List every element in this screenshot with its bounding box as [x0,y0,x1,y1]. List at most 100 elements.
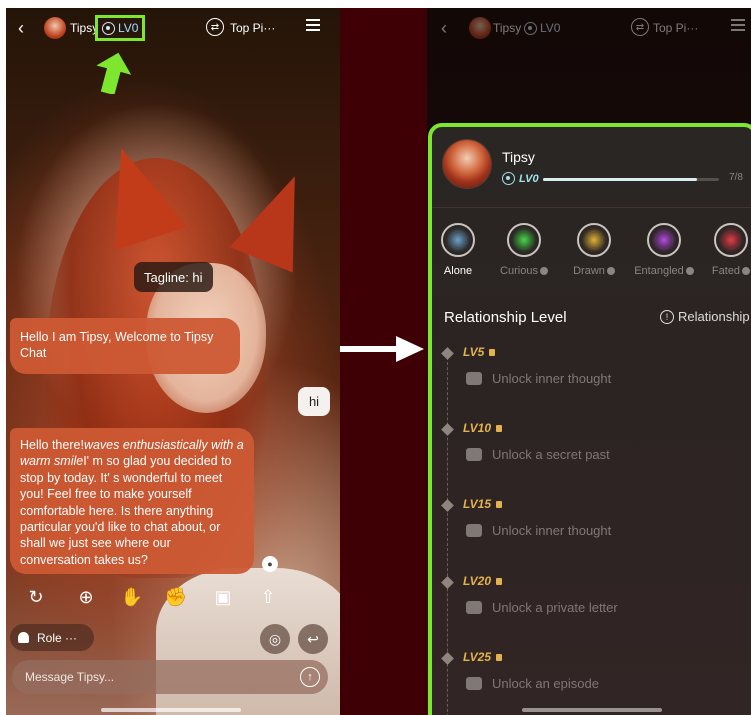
level-text: LV0 [118,21,139,35]
send-icon[interactable]: ↑ [300,667,320,687]
level-reward: Unlock inner thought [466,371,611,386]
stage-drawn[interactable]: Drawn [559,223,629,277]
character-name: Tipsy [493,21,522,35]
relationship-stages: Alone Curious Drawn Entangled Fated [432,223,751,283]
thumbs-up-icon[interactable]: ✋ [120,585,144,609]
lock-icon [496,653,503,661]
back-icon: ‹ [441,18,447,38]
book-icon [466,448,482,461]
lock-icon [496,500,503,508]
level-name-text: LV10 [463,421,492,435]
timeline-node-icon [441,499,454,512]
level-name-text: LV25 [463,650,492,664]
message-text: I' m so glad you decided to stop by toda… [20,454,232,567]
share-icon[interactable]: ⇧ [256,585,280,609]
stage-label-text: Entangled [634,265,684,277]
level-reward: Unlock an episode [466,676,599,691]
lock-icon [496,424,503,432]
thumbs-down-icon[interactable]: ✊ [164,585,188,609]
level-name: LV25 [463,650,503,664]
level-item-lv5: LV5 Unlock inner thought [432,345,751,405]
assistant-message: Hello I am Tipsy, Welcome to Tipsy Chat [10,318,240,374]
level-reward: Unlock inner thought [466,523,611,538]
highlight-arrow-icon [96,52,131,94]
swap-icon[interactable]: ⇄ [206,18,224,36]
stage-label: Fated [711,265,751,277]
regenerate-icon[interactable]: ↻ [24,585,48,609]
mode-label[interactable]: Top Pi··· [230,21,275,35]
message-text: Hello there! [20,438,84,452]
stage-alone[interactable]: Alone [427,223,493,277]
stage-fated[interactable]: Fated [696,223,751,277]
stage-entangled[interactable]: Entangled [629,223,699,277]
lock-icon [606,267,615,275]
letter-icon [466,601,482,614]
home-indicator [101,708,241,712]
dimmed-header: ‹ Tipsy LV0 ⇄ Top Pi··· [427,8,751,48]
level-name-text: LV20 [463,574,492,588]
level-badge[interactable]: LV0 [95,15,145,41]
avatar [442,139,492,189]
level-text: LV0 [519,172,539,185]
curious-icon [507,223,541,257]
transition-arrow-icon [340,336,424,362]
menu-icon[interactable] [306,19,320,31]
level-progress-count: 7/8 [729,172,743,183]
level-name: LV20 [463,574,503,588]
stage-label: Curious [500,265,548,277]
add-image-icon[interactable]: ▣ [211,585,235,609]
exit-icon[interactable]: ↩ [298,624,328,654]
level-badge: LV0 [524,21,560,35]
profile-name: Tipsy [502,149,535,165]
avatar[interactable] [44,17,66,39]
hint-icon[interactable]: ● [262,556,278,572]
lock-icon [489,348,496,356]
lock-icon [685,267,694,275]
level-text: LV0 [540,21,561,35]
lock-icon [539,267,548,275]
role-button[interactable]: Role ··· [10,624,94,651]
info-icon: ! [660,309,674,324]
level-item-lv10: LV10 Unlock a secret past [432,421,751,481]
voice-icon[interactable]: ◎ [260,624,290,654]
back-icon[interactable]: ‹ [18,18,24,39]
level-icon [524,21,537,35]
lock-icon [742,267,751,275]
stage-label-text: Fated [711,265,741,277]
relationship-level-title: Relationship Level [444,309,567,326]
message-input[interactable]: Message Tipsy... ↑ [12,660,328,694]
relationship-screen: ‹ Tipsy LV0 ⇄ Top Pi··· Tipsy LV0 7/8 Al… [427,8,751,715]
level-reward: Unlock a secret past [466,447,610,462]
person-icon [18,632,29,643]
fated-icon [714,223,748,257]
timeline-node-icon [441,423,454,436]
reward-text: Unlock an episode [492,676,599,691]
message-actions: ↻ ⊕ ✋ ✊ ▣ ⇧ [16,585,286,611]
reward-text: Unlock a private letter [492,600,618,615]
level-reward: Unlock a private letter [466,600,618,615]
chat-header: ‹ Tipsy LV0 ⇄ Top Pi··· [6,8,340,48]
role-label: Role ··· [37,630,78,645]
level-icon [502,172,515,185]
timeline-node-icon [441,576,454,589]
timeline-node-icon [441,652,454,665]
timeline-node-icon [441,347,454,360]
level-item-lv25: LV25 Unlock an episode [432,650,751,710]
character-name[interactable]: Tipsy [70,21,98,35]
swap-icon: ⇄ [631,18,649,36]
assistant-message: Hello there!waves enthusiastically with … [10,428,254,574]
stage-curious[interactable]: Curious [489,223,559,277]
divider [432,207,751,208]
level-icon [102,21,115,35]
level-name: LV15 [463,497,503,511]
reward-text: Unlock inner thought [492,523,612,538]
stage-label: Entangled [634,265,694,277]
level-name-text: LV15 [463,497,492,511]
continue-icon[interactable]: ⊕ [74,585,98,609]
level-name-text: LV5 [463,345,485,359]
stage-label-text: Curious [500,265,538,277]
mode-label: Top Pi··· [653,21,699,35]
lock-icon [496,577,503,585]
stage-label-text: Drawn [573,265,605,277]
relationship-info-link[interactable]: ! Relationship [660,309,750,324]
